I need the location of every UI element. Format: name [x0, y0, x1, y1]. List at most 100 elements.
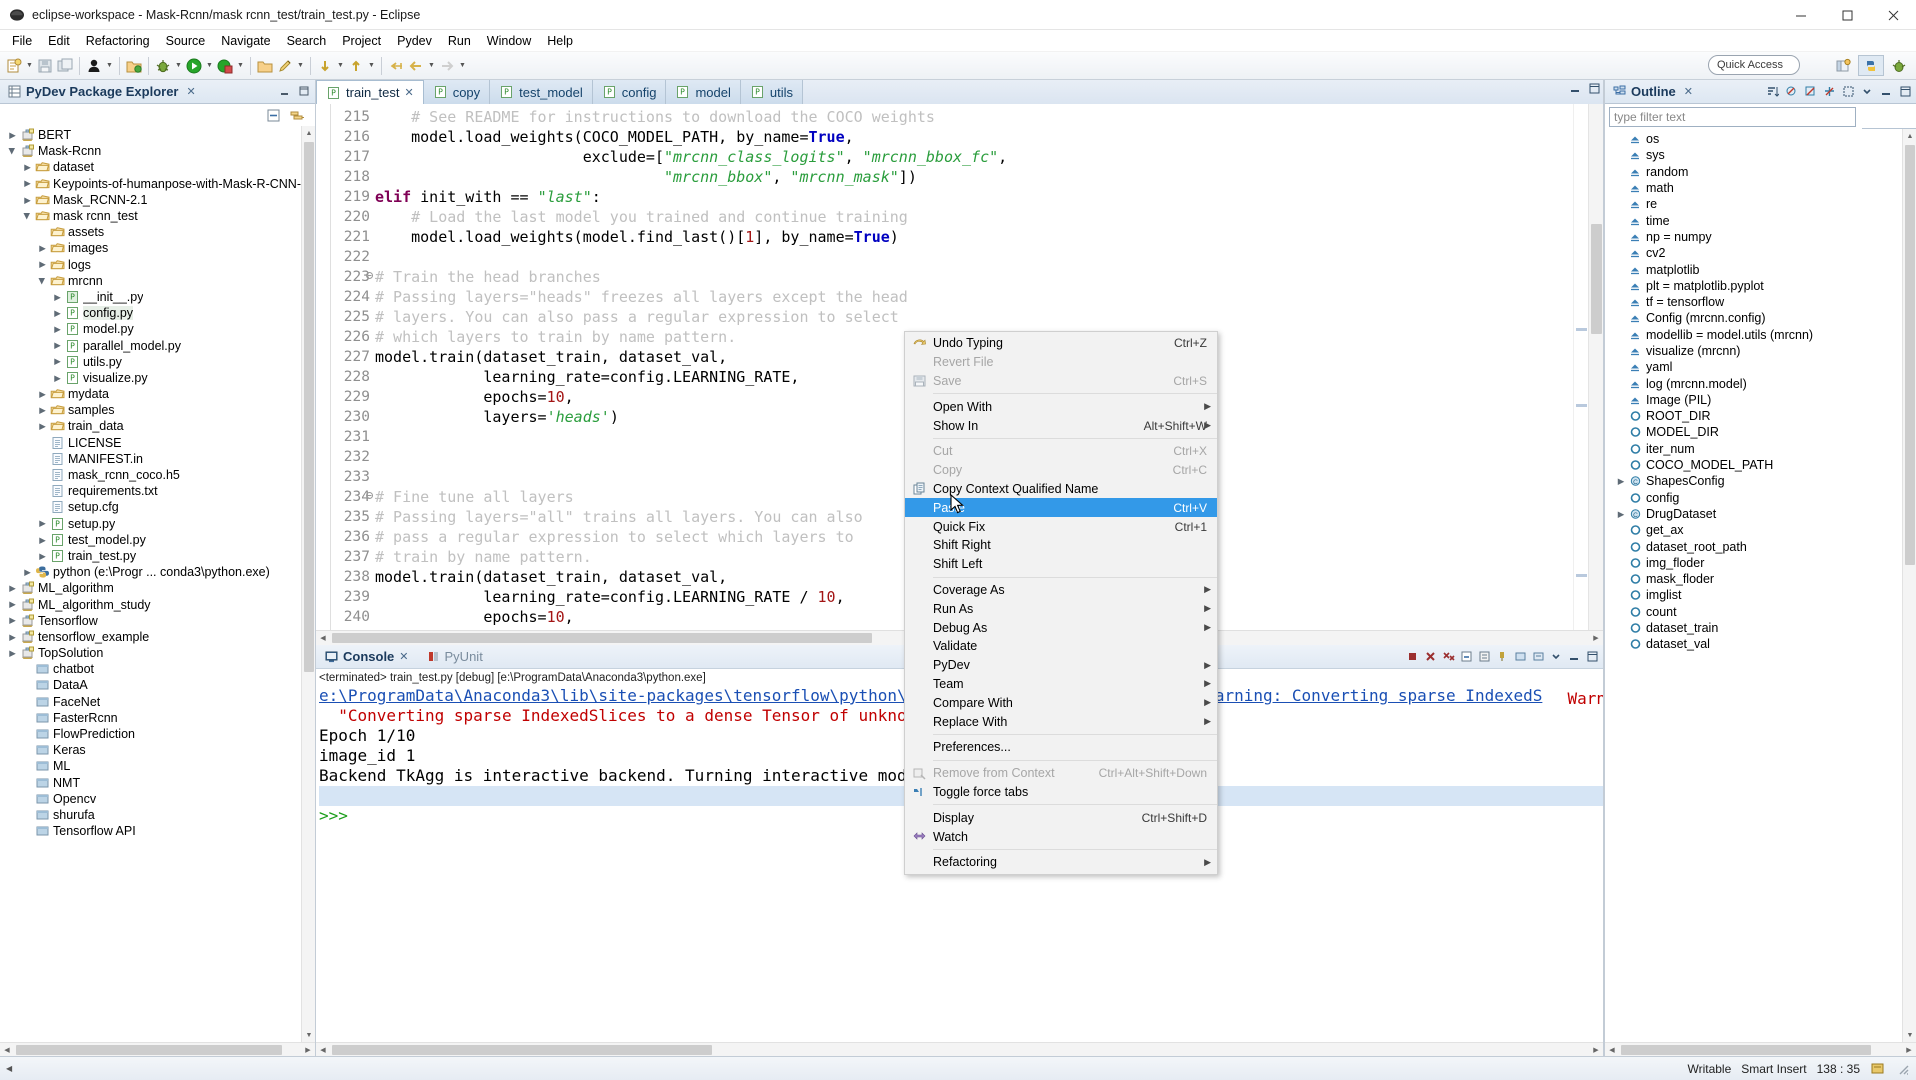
tree-item[interactable]: DataA: [0, 677, 315, 693]
open-folder-icon[interactable]: [124, 55, 144, 77]
pydev-perspective-icon[interactable]: [1858, 55, 1884, 76]
outline-item[interactable]: math: [1605, 180, 1916, 196]
context-menu-item[interactable]: Shift Right: [905, 536, 1217, 555]
tree-twisty[interactable]: ▶: [36, 260, 49, 269]
editor-tab[interactable]: Pcopy: [423, 80, 491, 104]
outline-item[interactable]: ROOT_DIR: [1605, 408, 1916, 424]
context-menu-item[interactable]: Preferences...: [905, 738, 1217, 757]
context-menu-item[interactable]: Debug As ▶: [905, 618, 1217, 637]
tree-twisty[interactable]: ▶: [21, 212, 34, 221]
hide-static-icon[interactable]: [1802, 83, 1818, 99]
save-icon[interactable]: [35, 55, 55, 77]
menu-search[interactable]: Search: [279, 32, 335, 50]
tree-item[interactable]: ▶ Pvisualize.py: [0, 370, 315, 386]
clear-console-icon[interactable]: [1458, 648, 1474, 665]
tree-twisty[interactable]: ▶: [51, 309, 64, 318]
context-menu-item[interactable]: Watch: [905, 827, 1217, 846]
overview-ruler[interactable]: [1573, 104, 1588, 630]
prev-annotation-dropdown-icon[interactable]: ▼: [366, 55, 377, 77]
outline-item[interactable]: os: [1605, 131, 1916, 147]
outline-item[interactable]: dataset_val: [1605, 636, 1916, 652]
tree-item[interactable]: ▶ mydata: [0, 386, 315, 402]
tree-item[interactable]: FasterRcnn: [0, 710, 315, 726]
outline-item[interactable]: MODEL_DIR: [1605, 424, 1916, 440]
tree-twisty[interactable]: ▶: [6, 584, 19, 593]
code-line[interactable]: # Train the head branches: [375, 267, 1573, 287]
context-menu-item[interactable]: PyDev ▶: [905, 656, 1217, 675]
code-line[interactable]: model.load_weights(model.find_last()[1],…: [375, 227, 1573, 247]
hide-fields-icon[interactable]: [1783, 83, 1799, 99]
collapse-all-icon[interactable]: [266, 108, 281, 123]
annotation-ruler[interactable]: [316, 104, 331, 630]
menu-project[interactable]: Project: [334, 32, 389, 50]
coverage-icon[interactable]: [215, 55, 235, 77]
scroll-thumb[interactable]: [1591, 224, 1602, 334]
tree-twisty[interactable]: ▶: [51, 341, 64, 350]
tree-twisty[interactable]: ▶: [36, 552, 49, 561]
outline-vertical-scrollbar[interactable]: ▲ ▼: [1902, 129, 1916, 1042]
outline-item[interactable]: Image (PIL): [1605, 392, 1916, 408]
forward-dropdown-icon[interactable]: ▼: [457, 55, 468, 77]
scroll-down-icon[interactable]: ▼: [302, 1028, 315, 1042]
tree-item[interactable]: ▶ logs: [0, 257, 315, 273]
scroll-right-icon[interactable]: ▶: [1589, 1043, 1603, 1057]
tree-item[interactable]: ▶ images: [0, 240, 315, 256]
code-line[interactable]: # layers. You can also pass a regular ex…: [375, 307, 1573, 327]
scroll-right-icon[interactable]: ▶: [301, 1043, 315, 1057]
focus-icon[interactable]: [1840, 83, 1856, 99]
outline-twisty[interactable]: ▶: [1615, 477, 1627, 486]
tree-item[interactable]: FlowPrediction: [0, 726, 315, 742]
outline-twisty[interactable]: ▶: [1615, 510, 1627, 519]
status-pin-icon[interactable]: [1870, 1062, 1886, 1076]
code-line[interactable]: "mrcnn_bbox", "mrcnn_mask"]): [375, 167, 1573, 187]
tree-item[interactable]: ▶ Mask_RCNN-2.1: [0, 192, 315, 208]
outline-item[interactable]: cv2: [1605, 245, 1916, 261]
console-menu-icon[interactable]: [1548, 648, 1564, 665]
tree-item[interactable]: ▶ Ptest_model.py: [0, 532, 315, 548]
remove-all-icon[interactable]: [1440, 648, 1456, 665]
project-tree[interactable]: ▶ BERT ▶ Mask-Rcnn ▶ dataset ▶ Keypoints-of-hum…: [0, 126, 315, 1042]
menu-edit[interactable]: Edit: [40, 32, 78, 50]
outline-item[interactable]: iter_num: [1605, 441, 1916, 457]
context-menu-item[interactable]: Toggle force tabs: [905, 783, 1217, 802]
debug-perspective-icon[interactable]: [1886, 55, 1912, 76]
minimize-icon[interactable]: [277, 83, 293, 99]
close-icon[interactable]: ✕: [1684, 85, 1693, 98]
tree-item[interactable]: NMT: [0, 775, 315, 791]
pencil-dropdown-icon[interactable]: ▼: [295, 55, 306, 77]
tree-item[interactable]: shurufa: [0, 807, 315, 823]
context-menu-item[interactable]: Validate: [905, 637, 1217, 656]
back-icon[interactable]: [406, 55, 426, 77]
tree-item[interactable]: ▶ python (e:\Progr ... conda3\python.exe): [0, 564, 315, 580]
tree-twisty[interactable]: ▶: [6, 649, 19, 658]
pencil-icon[interactable]: [275, 55, 295, 77]
tree-twisty[interactable]: ▶: [36, 406, 49, 415]
outline-filter-input[interactable]: type filter text: [1609, 107, 1856, 127]
tab-package-explorer[interactable]: PyDev Package Explorer ✕: [0, 80, 202, 104]
forward-icon[interactable]: [437, 55, 457, 77]
link-with-editor-icon[interactable]: [289, 108, 305, 123]
outline-item[interactable]: time: [1605, 212, 1916, 228]
context-menu-item[interactable]: Team ▶: [905, 675, 1217, 694]
context-menu-item[interactable]: Run As ▶: [905, 599, 1217, 618]
context-menu-item[interactable]: Open With ▶: [905, 397, 1217, 416]
outline-horizontal-scrollbar[interactable]: ◀ ▶: [1605, 1042, 1916, 1056]
tree-twisty[interactable]: ▶: [21, 196, 34, 205]
tree-item[interactable]: ▶ Mask-Rcnn: [0, 143, 315, 159]
outline-tree[interactable]: os sys random math re time np = numpy cv2 matplo…: [1605, 129, 1916, 1042]
code-line[interactable]: model.load_weights(COCO_MODEL_PATH, by_n…: [375, 127, 1573, 147]
hide-nonpublic-icon[interactable]: [1821, 83, 1837, 99]
context-menu-item[interactable]: Undo Typing Ctrl+Z: [905, 334, 1217, 353]
outline-item[interactable]: matplotlib: [1605, 261, 1916, 277]
scroll-thumb-h[interactable]: [1621, 1045, 1871, 1055]
tree-item[interactable]: MANIFEST.in: [0, 451, 315, 467]
tree-item[interactable]: ▶ tensorflow_example: [0, 629, 315, 645]
tree-twisty[interactable]: ▶: [6, 131, 19, 140]
tree-twisty[interactable]: ▶: [6, 616, 19, 625]
minimize-icon[interactable]: [1566, 648, 1582, 665]
code-line[interactable]: # Passing layers="heads" freezes all lay…: [375, 287, 1573, 307]
outline-item[interactable]: count: [1605, 604, 1916, 620]
tree-item[interactable]: ▶ dataset: [0, 159, 315, 175]
tree-item[interactable]: ▶ Tensorflow: [0, 613, 315, 629]
tree-twisty[interactable]: ▶: [51, 325, 64, 334]
